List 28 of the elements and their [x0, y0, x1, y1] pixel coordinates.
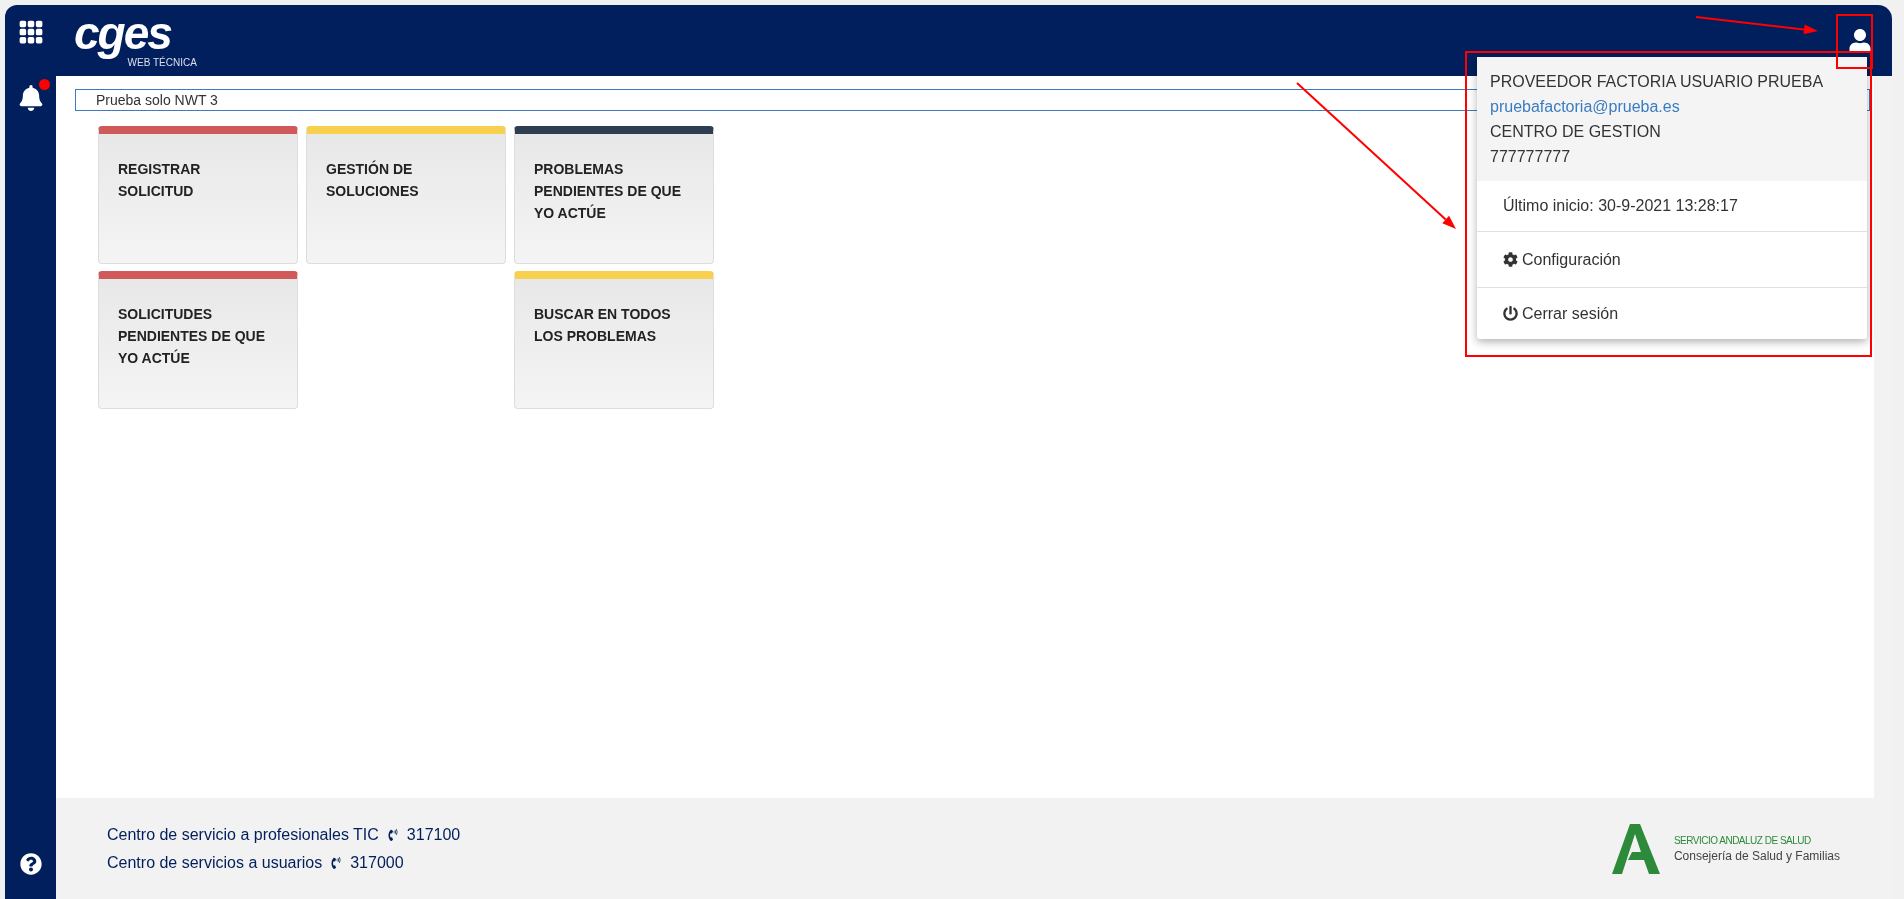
last-login-text: Último inicio: 30-9-2021 13:28:17 — [1503, 197, 1738, 215]
menu-tile[interactable]: SOLICITUDES PENDIENTES DE QUE YO ACTÚE — [98, 271, 298, 409]
brand-subtitle: Consejería de Salud y Familias — [1673, 848, 1840, 863]
menu-item[interactable]: Cerrar sesión — [1477, 288, 1867, 339]
brand-title: SERVICIO ANDALUZ DE SALUD — [1673, 834, 1812, 846]
menu-tile[interactable]: REGISTRAR SOLICITUD — [98, 126, 298, 264]
settings-icon — [1503, 252, 1518, 267]
menu-tile[interactable]: GESTIÓN DE SOLUCIONES — [306, 126, 506, 264]
menu-tile[interactable]: PROBLEMAS PENDIENTES DE QUE YO ACTÚE — [514, 126, 714, 264]
user-name: PROVEEDOR FACTORIA USUARIO PRUEBA — [1490, 72, 1825, 92]
user-center: CENTRO DE GESTION — [1490, 122, 1662, 142]
notification-bell-icon[interactable] — [17, 79, 50, 111]
contact-phone: 317100 — [406, 825, 461, 844]
phone-icon — [386, 828, 399, 841]
phone-icon — [330, 856, 343, 869]
contact-label: Centro de servicio a profesionales TIC — [107, 825, 379, 844]
menu-item[interactable]: Configuración — [1477, 232, 1867, 288]
apps-grid-icon[interactable] — [17, 19, 44, 45]
user-icon[interactable] — [1848, 28, 1872, 53]
logo-subtitle: WEB TÉCNICA — [127, 57, 197, 68]
contact-phone: 317000 — [350, 853, 404, 872]
contact-label: Centro de servicios a usuarios — [107, 853, 323, 872]
logo-wordmark: cges — [74, 9, 171, 57]
user-phone: 777777777 — [1490, 147, 1572, 167]
brand-logo-icon — [1611, 823, 1662, 874]
menu-tile[interactable]: BUSCAR EN TODOS LOS PROBLEMAS — [514, 271, 714, 409]
help-icon[interactable] — [19, 853, 42, 875]
power-icon — [1503, 306, 1518, 321]
